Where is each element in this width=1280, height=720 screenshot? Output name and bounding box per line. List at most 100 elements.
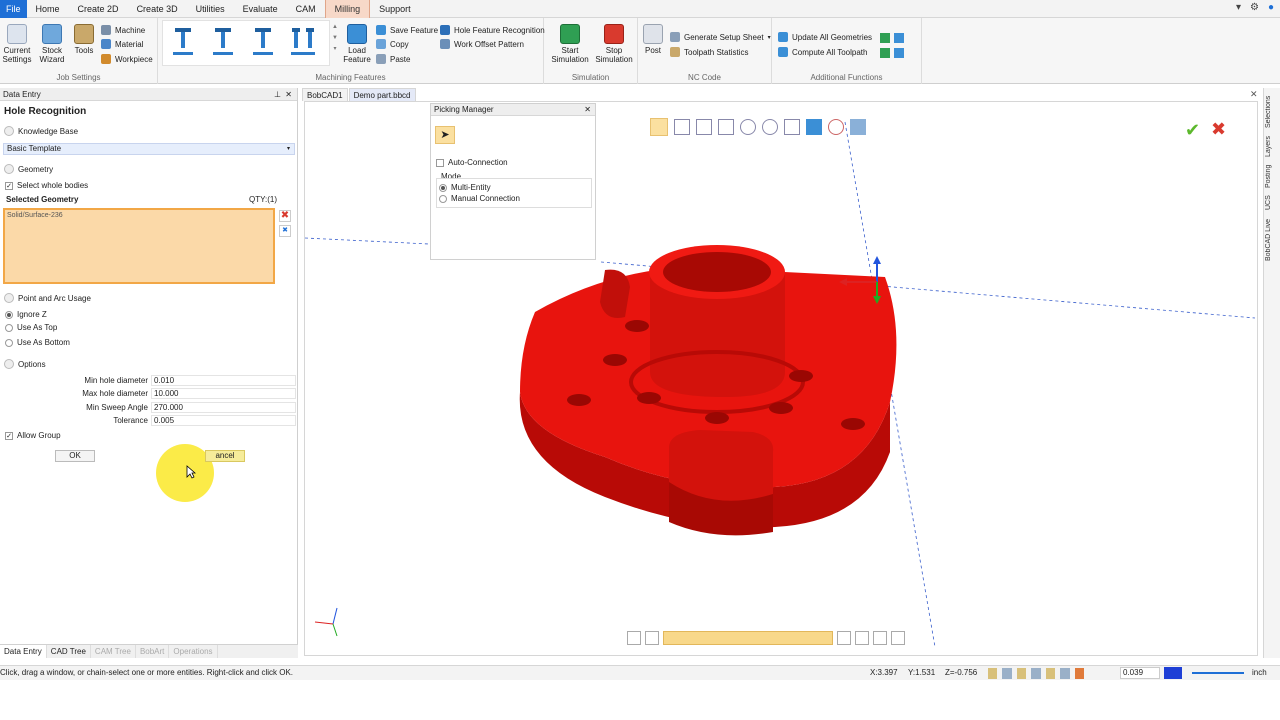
load-feature-button[interactable]: Load Feature bbox=[342, 24, 372, 64]
expand-icon[interactable] bbox=[4, 126, 14, 136]
menu-evaluate[interactable]: Evaluate bbox=[234, 0, 287, 18]
snap-icon[interactable] bbox=[873, 631, 887, 645]
current-settings-button[interactable]: Current Settings bbox=[2, 24, 32, 64]
paste-button[interactable]: Paste bbox=[376, 54, 410, 64]
ok-button[interactable]: OK bbox=[55, 450, 95, 462]
compute-all-toolpath-button[interactable]: Compute All Toolpath bbox=[778, 47, 867, 57]
template-dropdown[interactable]: Basic Template ▾ bbox=[3, 143, 295, 155]
menu-cam[interactable]: CAM bbox=[287, 0, 325, 18]
menu-create-2d[interactable]: Create 2D bbox=[69, 0, 128, 18]
confirm-check-icon[interactable]: ✔ bbox=[1185, 120, 1200, 141]
ignore-z-radio[interactable] bbox=[5, 310, 13, 319]
menu-create-3d[interactable]: Create 3D bbox=[128, 0, 187, 18]
use-as-bottom-row[interactable]: Use As Bottom bbox=[5, 338, 70, 347]
point-arc-usage-row[interactable]: Point and Arc Usage bbox=[4, 293, 91, 303]
drill-feature-button[interactable] bbox=[168, 22, 198, 62]
tab-bobcad1[interactable]: BobCAD1 bbox=[302, 88, 348, 101]
snap-modes-bar[interactable] bbox=[663, 631, 833, 645]
cancel-button[interactable]: ancel bbox=[205, 450, 245, 462]
color-icon[interactable] bbox=[1074, 668, 1084, 679]
post-button[interactable]: Post bbox=[642, 24, 664, 55]
render-icon[interactable] bbox=[828, 119, 844, 135]
toolpath-icon-4[interactable] bbox=[894, 48, 904, 58]
tab-posting[interactable]: Posting bbox=[1265, 160, 1279, 192]
generate-setup-sheet-button[interactable]: Generate Setup Sheet ▾ bbox=[670, 32, 771, 42]
cancel-x-icon[interactable]: ✖ bbox=[1211, 119, 1226, 140]
snap-icon[interactable] bbox=[645, 631, 659, 645]
stock-wizard-button[interactable]: Stock Wizard bbox=[36, 24, 68, 64]
start-simulation-button[interactable]: Start Simulation bbox=[550, 24, 590, 64]
stop-simulation-button[interactable]: Stop Simulation bbox=[594, 24, 634, 64]
select-icon[interactable] bbox=[650, 118, 668, 136]
use-as-bottom-radio[interactable] bbox=[5, 338, 13, 347]
hole-feature-recognition-button[interactable]: Hole Feature Recognition bbox=[440, 25, 545, 35]
material-button[interactable]: Material bbox=[101, 39, 143, 49]
minimize-icon[interactable]: ▾ bbox=[1236, 2, 1241, 13]
layer-icon[interactable] bbox=[1016, 668, 1027, 679]
tab-bobcad-live[interactable]: BobCAD Live bbox=[1265, 214, 1279, 266]
use-as-top-radio[interactable] bbox=[5, 323, 13, 332]
save-feature-button[interactable]: Save Feature bbox=[376, 25, 438, 35]
help-icon[interactable]: ● bbox=[1268, 2, 1274, 13]
select-whole-bodies-checkbox[interactable]: ✓ bbox=[5, 181, 13, 190]
tools-button[interactable]: Tools bbox=[72, 24, 96, 55]
snap-icon[interactable] bbox=[837, 631, 851, 645]
allow-group-row[interactable]: ✓ Allow Group bbox=[5, 431, 61, 440]
close-icon[interactable]: ✕ bbox=[285, 88, 292, 101]
snap-icon[interactable] bbox=[784, 119, 800, 135]
remove-selection-icon[interactable]: ✖ bbox=[279, 210, 291, 222]
tab-ucs[interactable]: UCS bbox=[1265, 194, 1279, 212]
expand-icon[interactable] bbox=[4, 164, 14, 174]
toolpath-icon-1[interactable] bbox=[880, 33, 890, 43]
filter-icon[interactable] bbox=[1031, 668, 1041, 679]
manual-connection-radio[interactable] bbox=[439, 194, 447, 203]
toolpath-icon-3[interactable] bbox=[880, 48, 890, 58]
zoom-window-icon[interactable] bbox=[718, 119, 734, 135]
auto-connection-checkbox[interactable] bbox=[436, 158, 444, 167]
multi-entity-radio[interactable] bbox=[439, 183, 447, 192]
select-whole-bodies-row[interactable]: ✓ Select whole bodies bbox=[5, 181, 88, 190]
tab-operations[interactable]: Operations bbox=[169, 645, 218, 658]
zoom-fit-icon[interactable] bbox=[762, 119, 778, 135]
line-style-selector[interactable] bbox=[1192, 672, 1244, 674]
view-cube-icon[interactable] bbox=[806, 119, 822, 135]
allow-group-checkbox[interactable]: ✓ bbox=[5, 431, 13, 440]
color-swatch[interactable] bbox=[1164, 667, 1182, 679]
ignore-z-row[interactable]: Ignore Z bbox=[5, 310, 47, 319]
display-mode-icon[interactable] bbox=[850, 119, 866, 135]
menu-milling[interactable]: Milling bbox=[324, 0, 371, 18]
snap-icon[interactable] bbox=[627, 631, 641, 645]
snap-grid-icon[interactable] bbox=[988, 668, 998, 679]
menu-file[interactable]: File bbox=[0, 0, 27, 18]
tab-cad-tree[interactable]: CAD Tree bbox=[47, 645, 91, 658]
close-icon[interactable]: ✕ bbox=[584, 104, 591, 116]
list-item[interactable]: Solid/Surface-236 bbox=[7, 212, 63, 219]
min-hole-diameter-input[interactable]: 0.010 bbox=[151, 375, 296, 386]
zoom-icon[interactable] bbox=[740, 119, 756, 135]
tab-data-entry[interactable]: Data Entry bbox=[0, 645, 47, 658]
tab-layers[interactable]: Layers bbox=[1265, 134, 1279, 158]
manual-connection-row[interactable]: Manual Connection bbox=[439, 194, 520, 203]
menu-support[interactable]: Support bbox=[370, 0, 420, 18]
view-icon[interactable] bbox=[1060, 668, 1070, 679]
geometry-row[interactable]: Geometry bbox=[4, 164, 53, 174]
thread-mill-feature-button[interactable] bbox=[288, 22, 318, 62]
tab-demo-part[interactable]: Demo part.bbcd bbox=[348, 88, 416, 101]
use-as-top-row[interactable]: Use As Top bbox=[5, 323, 57, 332]
tap-feature-button[interactable] bbox=[208, 22, 238, 62]
expand-icon[interactable] bbox=[4, 293, 14, 303]
menu-home[interactable]: Home bbox=[27, 0, 69, 18]
menu-utilities[interactable]: Utilities bbox=[187, 0, 234, 18]
min-sweep-angle-input[interactable]: 270.000 bbox=[151, 402, 296, 413]
tab-cam-tree[interactable]: CAM Tree bbox=[91, 645, 136, 658]
selected-geometry-list[interactable]: Solid/Surface-236 bbox=[3, 208, 275, 284]
expand-icon[interactable] bbox=[4, 359, 14, 369]
max-hole-diameter-input[interactable]: 10.000 bbox=[151, 388, 296, 399]
options-row[interactable]: Options bbox=[4, 359, 46, 369]
pan-icon[interactable] bbox=[674, 119, 690, 135]
measure-icon[interactable] bbox=[1045, 668, 1056, 679]
tab-bobart[interactable]: BobArt bbox=[136, 645, 170, 658]
auto-connection-row[interactable]: Auto-Connection bbox=[436, 158, 508, 167]
snap-icon[interactable] bbox=[855, 631, 869, 645]
toolpath-icon-2[interactable] bbox=[894, 33, 904, 43]
